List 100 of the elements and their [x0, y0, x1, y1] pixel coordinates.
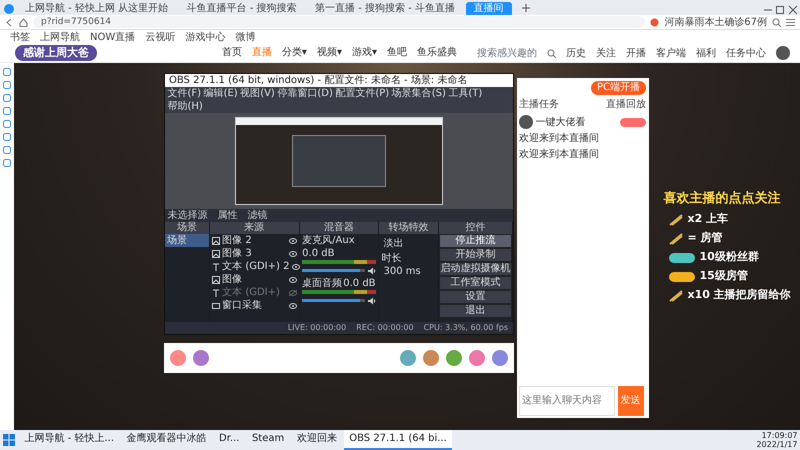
image-source-icon: [212, 276, 220, 284]
browser-tab[interactable]: 上网导航 - 轻快上网 从这里开始: [17, 2, 176, 15]
dock-header: 转场特效: [379, 222, 438, 234]
bookmark-link[interactable]: NOW直播: [90, 30, 136, 44]
dock-header: 场景: [165, 222, 209, 234]
taskbar-item[interactable]: Dr...: [214, 430, 244, 450]
header-action[interactable]: 历史: [566, 46, 586, 60]
search-icon[interactable]: [547, 48, 556, 58]
start-icon[interactable]: [2, 434, 14, 446]
control-button[interactable]: 开始录制: [438, 248, 512, 262]
nav-link[interactable]: 分类▾: [282, 44, 307, 62]
chat-input[interactable]: 这里输入聊天内容: [519, 386, 615, 416]
nav-link[interactable]: 鱼吧: [387, 44, 407, 62]
text-source-icon: [212, 262, 220, 270]
channel-name: 麦克风/Aux: [302, 234, 355, 247]
status-text: REC: 00:00:00: [356, 322, 414, 334]
viewer-name: 一键大佬看: [536, 116, 586, 130]
back-icon[interactable]: [5, 18, 14, 26]
nav-link[interactable]: 游戏▾: [352, 44, 377, 62]
control-button[interactable]: 停止推流: [438, 234, 512, 248]
bookmark-link[interactable]: 上网导航: [40, 30, 80, 44]
nav-link[interactable]: 鱼乐盛典: [417, 44, 457, 62]
news-icon: [650, 18, 660, 26]
source-button[interactable]: 属性: [218, 209, 238, 222]
menu-item[interactable]: 配置文件(P): [335, 87, 390, 100]
header-action[interactable]: 福利: [696, 46, 716, 60]
menu-item[interactable]: 帮助(H): [168, 100, 203, 113]
taskbar-item[interactable]: OBS 27.1.1 (64 bi...: [344, 430, 452, 450]
news-headline-link[interactable]: 河南暴雨本土确诊67例: [664, 16, 767, 28]
control-button[interactable]: 退出: [438, 304, 512, 318]
channel-reading: 0.0 dB: [302, 247, 334, 260]
header-action[interactable]: 客户端: [656, 46, 686, 60]
maximize-icon[interactable]: [775, 5, 785, 15]
dock-header: 控件: [438, 222, 512, 234]
control-button[interactable]: 设置: [438, 290, 512, 304]
volume-slider[interactable]: [302, 269, 360, 272]
bookmark-link[interactable]: 微博: [235, 30, 256, 44]
eye-icon[interactable]: [288, 302, 297, 308]
menu-icon[interactable]: [786, 18, 795, 26]
speaker-icon[interactable]: [368, 266, 376, 274]
menu-item[interactable]: 视图(V): [240, 87, 275, 100]
overlay-title: 喜欢主播的点点关注: [664, 190, 782, 208]
control-button[interactable]: 工作室模式: [438, 276, 512, 290]
duration-field[interactable]: 300 ms: [382, 265, 436, 278]
source-button[interactable]: 滤镜: [248, 209, 268, 222]
taskbar-item[interactable]: 金鹰观看器中冰皓: [122, 430, 212, 450]
browser-tab[interactable]: 第一直播 - 搜狗搜索 - 斗鱼直播: [307, 2, 464, 15]
bookmark-link[interactable]: 游戏中心: [185, 30, 226, 44]
nav-link[interactable]: 首页: [222, 44, 242, 62]
status-text: CPU: 3.3%, 60.00 fps: [424, 322, 508, 334]
menu-item[interactable]: 工具(T): [448, 87, 482, 100]
close-icon[interactable]: [788, 5, 798, 15]
source-item[interactable]: 图像 2: [222, 234, 286, 247]
overlay-text: = 房管: [688, 230, 723, 246]
source-item[interactable]: 图像: [222, 273, 286, 286]
taskbar-item[interactable]: Steam: [246, 430, 290, 450]
menu-item[interactable]: 停靠窗口(D): [277, 87, 333, 100]
browser-tab[interactable]: 斗鱼直播平台 - 搜狗搜索: [178, 2, 305, 15]
channel-name: 桌面音频: [302, 277, 342, 290]
taskbar-item[interactable]: 欢迎回来: [292, 430, 342, 450]
taskbar-item[interactable]: 上网导航 - 轻快上...: [20, 430, 120, 450]
scene-item[interactable]: 场景: [165, 234, 209, 247]
source-item[interactable]: 文本 (GDI+): [222, 286, 286, 299]
eye-icon[interactable]: [288, 250, 297, 256]
overlay-text: 10级粉丝群: [700, 249, 759, 266]
address-field[interactable]: p?rid=7750614: [33, 16, 646, 28]
source-item[interactable]: 窗口采集: [222, 299, 286, 312]
search-icon[interactable]: [772, 18, 781, 26]
channel-reading: 0.0 dB: [343, 277, 376, 290]
source-item[interactable]: 文本 (GDI+) 2: [222, 260, 290, 273]
user-avatar[interactable]: [776, 46, 790, 60]
eye-hidden-icon[interactable]: [288, 290, 297, 296]
volume-slider[interactable]: [302, 299, 360, 302]
bookmark-link[interactable]: 书签: [10, 30, 30, 44]
plus-icon: [522, 4, 530, 12]
clock-time: 17:09:07: [760, 431, 798, 440]
header-action[interactable]: 开播: [626, 46, 646, 60]
search-field[interactable]: 搜索感兴趣的: [477, 46, 537, 60]
menu-item[interactable]: 文件(F): [168, 87, 202, 100]
panel-tab[interactable]: 直播回放: [606, 97, 646, 112]
nav-link[interactable]: 视频▾: [316, 44, 342, 62]
eye-icon[interactable]: [288, 276, 297, 282]
eye-icon[interactable]: [292, 264, 300, 270]
source-item[interactable]: 图像 3: [222, 247, 286, 260]
text-source-icon: [212, 288, 220, 296]
menu-item[interactable]: 编辑(E): [204, 87, 238, 100]
transition-select[interactable]: 淡出: [382, 236, 436, 250]
avatar: [519, 115, 533, 129]
control-button[interactable]: 启动虚拟摄像机: [438, 262, 512, 276]
eye-icon[interactable]: [288, 238, 297, 244]
header-action[interactable]: 任务中心: [726, 46, 766, 60]
browser-logo-icon: [2, 3, 14, 15]
window-source-icon: [212, 302, 220, 310]
menu-item[interactable]: 场景集合(S): [392, 87, 446, 100]
header-action[interactable]: 关注: [596, 46, 616, 60]
panel-tab[interactable]: 主播任务: [519, 97, 559, 112]
home-icon[interactable]: [19, 18, 28, 26]
bookmark-link[interactable]: 云视听: [145, 30, 176, 44]
status-text: LIVE: 00:00:00: [288, 322, 346, 334]
speaker-icon[interactable]: [368, 296, 376, 304]
